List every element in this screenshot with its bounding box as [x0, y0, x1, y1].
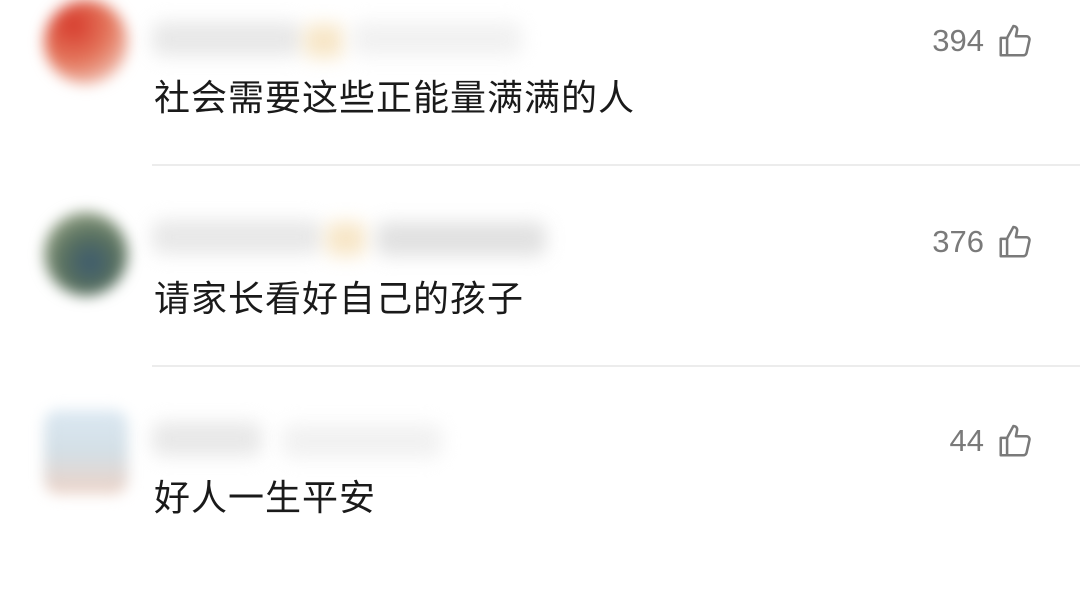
- comment-text: 好人一生平安: [154, 478, 377, 519]
- like-button[interactable]: 394: [932, 22, 1034, 60]
- comment-item: 请家长看好自己的孩子 376: [0, 200, 1080, 400]
- thumbs-up-icon[interactable]: [996, 22, 1034, 60]
- username-blurred[interactable]: [152, 22, 302, 56]
- thumbs-up-icon[interactable]: [996, 422, 1034, 460]
- comment-meta-blurred: [376, 222, 546, 256]
- comment-text: 社会需要这些正能量满满的人: [154, 78, 636, 119]
- comment-meta-blurred: [352, 22, 522, 56]
- username-blurred[interactable]: [152, 220, 322, 254]
- comment-text: 请家长看好自己的孩子: [154, 279, 525, 320]
- thumbs-up-icon[interactable]: [996, 223, 1034, 261]
- comment-item: 社会需要这些正能量满满的人 394: [0, 0, 1080, 200]
- comment-meta-blurred: [282, 424, 442, 458]
- user-avatar[interactable]: [44, 410, 128, 494]
- user-avatar[interactable]: [44, 0, 128, 84]
- like-button[interactable]: 376: [932, 223, 1034, 261]
- like-button[interactable]: 44: [950, 422, 1034, 460]
- comment-divider: [152, 365, 1080, 367]
- comment-divider: [152, 164, 1080, 166]
- user-avatar[interactable]: [44, 212, 128, 296]
- user-badge-blurred: [304, 24, 344, 58]
- user-badge-blurred: [326, 222, 366, 256]
- like-count: 44: [949, 423, 984, 458]
- like-count: 376: [932, 224, 984, 259]
- username-blurred[interactable]: [152, 422, 262, 456]
- like-count: 394: [932, 23, 984, 58]
- comment-item: 好人一生平安 44: [0, 400, 1080, 600]
